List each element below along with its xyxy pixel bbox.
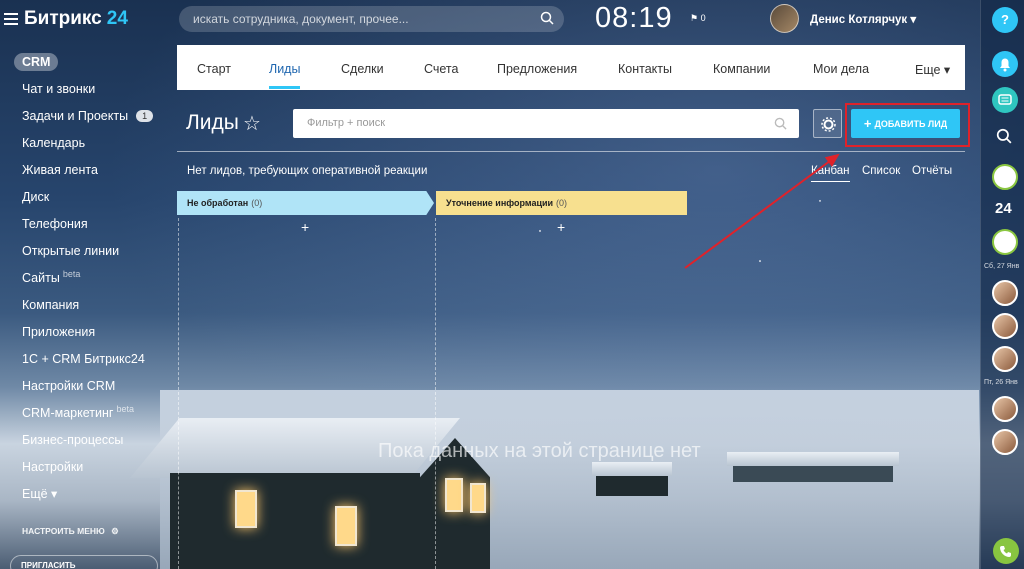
bitrix24-icon[interactable]: 24 — [995, 200, 1012, 217]
help-icon[interactable]: ? — [992, 7, 1018, 33]
contact-avatar[interactable] — [992, 396, 1018, 422]
chat-icon[interactable] — [992, 87, 1018, 113]
contact-avatar[interactable] — [992, 429, 1018, 455]
search-icon[interactable] — [996, 128, 1012, 144]
notifications-bell-icon[interactable] — [992, 51, 1018, 77]
contact-avatar[interactable] — [992, 280, 1018, 306]
contact-avatar[interactable] — [992, 313, 1018, 339]
date-label: Сб, 27 Янв — [984, 263, 1020, 270]
date-label: Пт, 26 Янв — [984, 379, 1018, 386]
phone-icon[interactable] — [993, 538, 1019, 564]
annotation-arrow — [684, 153, 840, 269]
contact-avatar[interactable] — [992, 346, 1018, 372]
panda-avatar[interactable] — [992, 229, 1018, 255]
panda-avatar[interactable] — [992, 164, 1018, 190]
